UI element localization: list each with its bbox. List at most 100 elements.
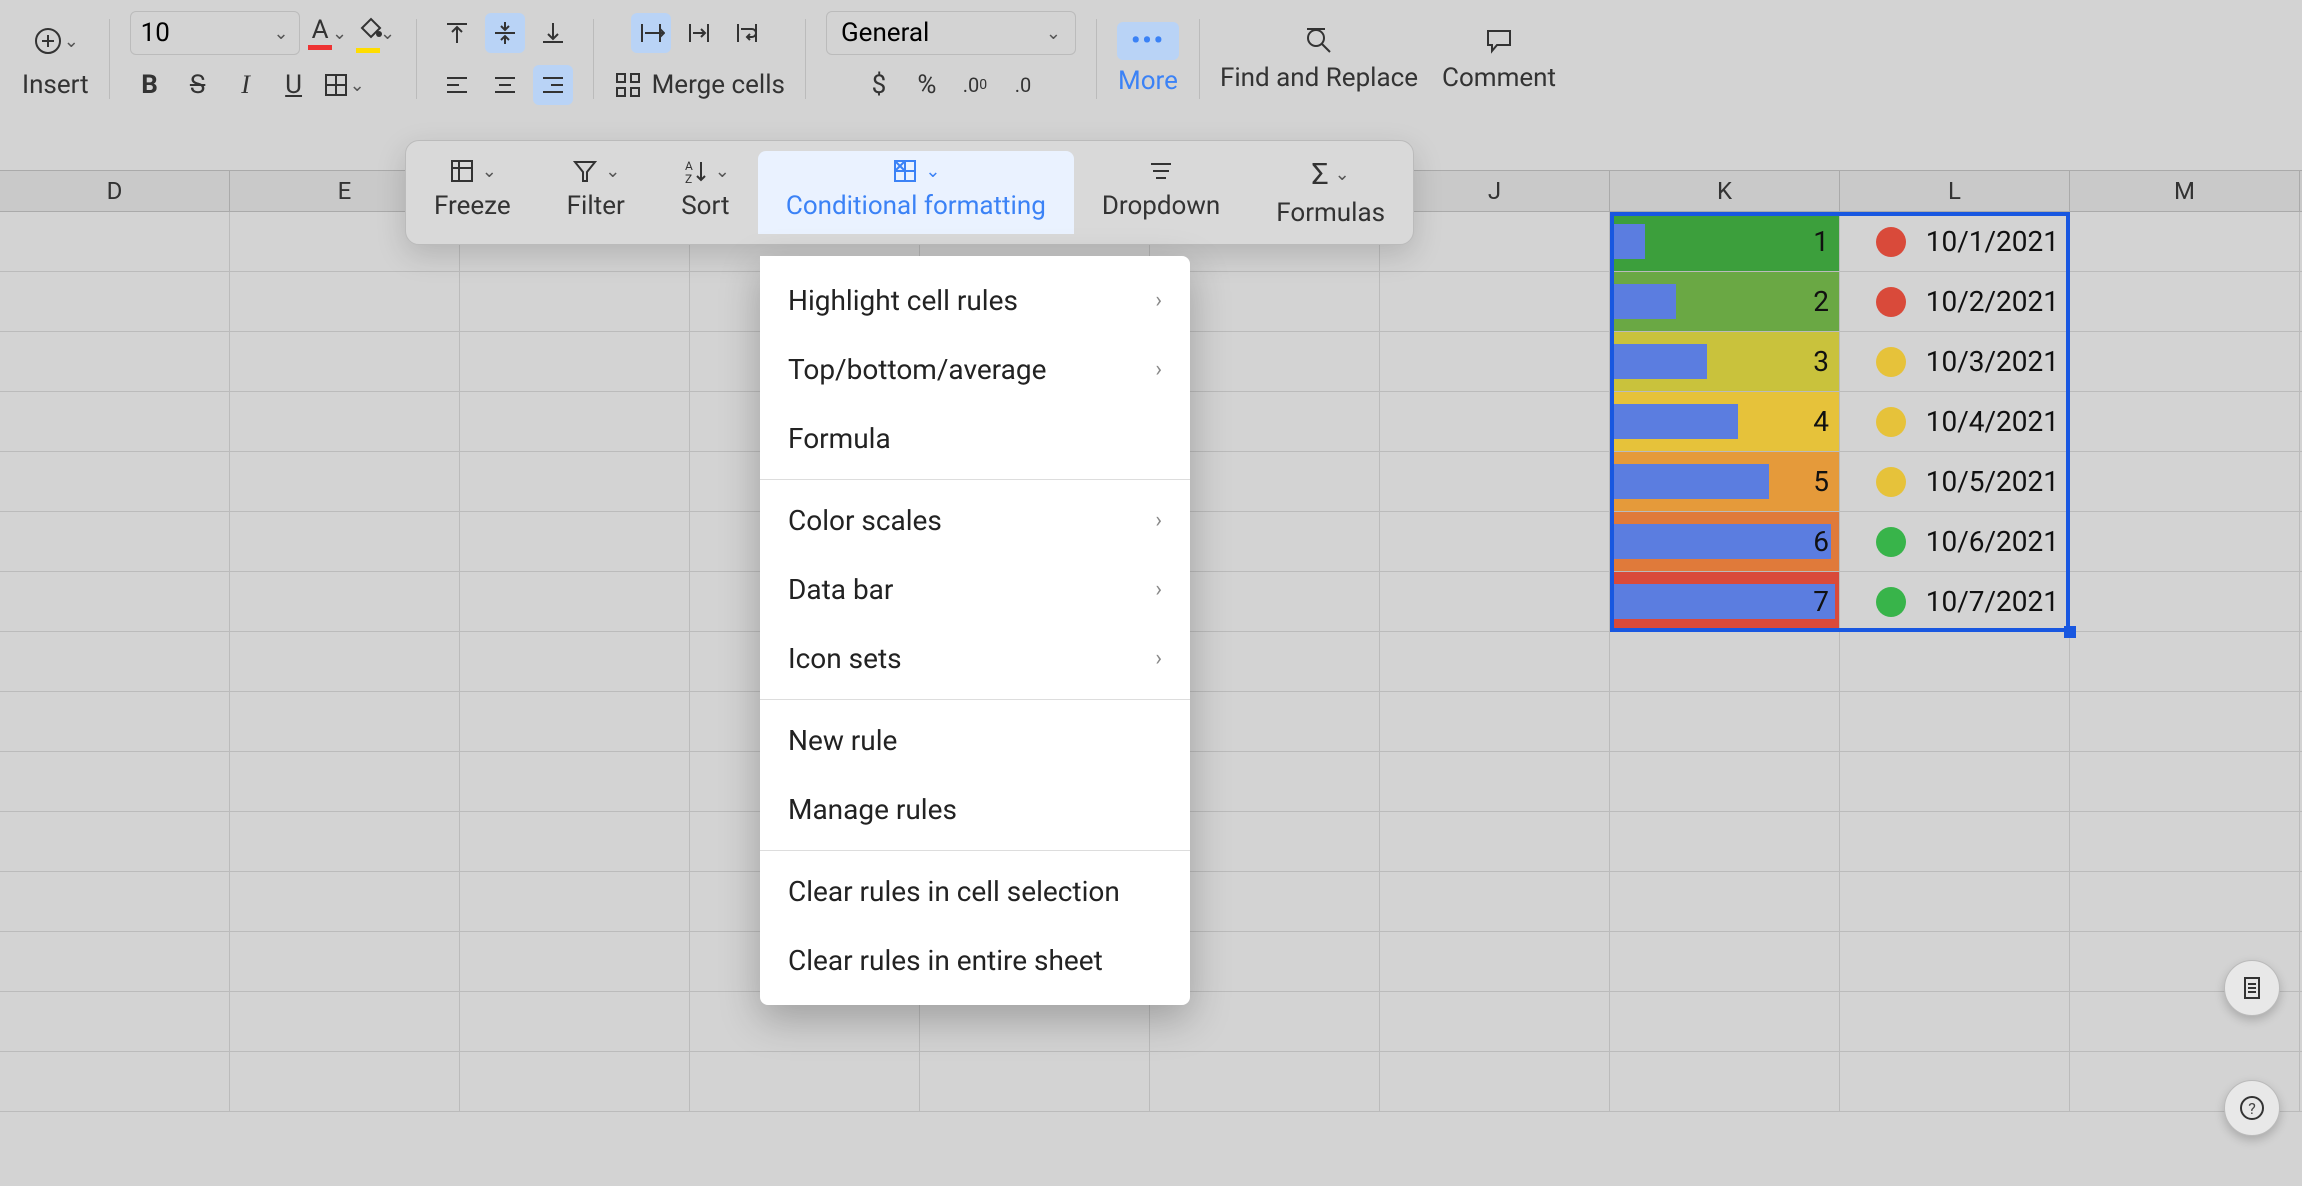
cell-E14[interactable] — [230, 992, 460, 1051]
cell-F7[interactable] — [460, 572, 690, 631]
menu-formula[interactable]: Formula — [760, 404, 1190, 473]
cell-D6[interactable] — [0, 512, 230, 571]
border-button[interactable]: ⌄ — [322, 65, 365, 105]
cell-F5[interactable] — [460, 452, 690, 511]
strikethrough-button[interactable]: S — [178, 65, 218, 105]
cell-E5[interactable] — [230, 452, 460, 511]
comment-button[interactable]: Comment — [1442, 25, 1556, 93]
halign-left-button[interactable] — [437, 65, 477, 105]
conditional-formatting-button[interactable]: ⌄ Conditional formatting — [758, 151, 1074, 234]
cell-K6[interactable]: 6 — [1610, 512, 1840, 571]
cell-D15[interactable] — [0, 1052, 230, 1111]
formulas-button[interactable]: Σ⌄ Formulas — [1248, 151, 1413, 234]
cell-M5[interactable] — [2070, 452, 2300, 511]
cell-L7[interactable]: 10/7/2021 — [1840, 572, 2070, 631]
column-header-D[interactable]: D — [0, 171, 230, 211]
cell-M9[interactable] — [2070, 692, 2300, 751]
cell-E2[interactable] — [230, 272, 460, 331]
cell-M2[interactable] — [2070, 272, 2300, 331]
font-color-button[interactable]: A ⌄ — [308, 13, 348, 53]
cell-E10[interactable] — [230, 752, 460, 811]
dropdown-button[interactable]: Dropdown — [1074, 151, 1248, 234]
cell-K7[interactable]: 7 — [1610, 572, 1840, 631]
cell-K12[interactable] — [1610, 872, 1840, 931]
cell-D11[interactable] — [0, 812, 230, 871]
filter-button[interactable]: ⌄ Filter — [539, 151, 653, 234]
cell-D8[interactable] — [0, 632, 230, 691]
font-size-select[interactable]: 10 ⌄ — [130, 11, 300, 55]
document-float-button[interactable] — [2224, 960, 2280, 1016]
cell-L8[interactable] — [1840, 632, 2070, 691]
cell-F10[interactable] — [460, 752, 690, 811]
menu-clear-rules-selection[interactable]: Clear rules in cell selection — [760, 857, 1190, 926]
cell-J1[interactable] — [1380, 212, 1610, 271]
halign-right-button[interactable] — [533, 65, 573, 105]
cell-J7[interactable] — [1380, 572, 1610, 631]
cell-G15[interactable] — [690, 1052, 920, 1111]
column-header-J[interactable]: J — [1380, 171, 1610, 211]
cell-K5[interactable]: 5 — [1610, 452, 1840, 511]
cell-D9[interactable] — [0, 692, 230, 751]
cell-E8[interactable] — [230, 632, 460, 691]
cell-L5[interactable]: 10/5/2021 — [1840, 452, 2070, 511]
menu-new-rule[interactable]: New rule — [760, 706, 1190, 775]
cell-D4[interactable] — [0, 392, 230, 451]
cell-M12[interactable] — [2070, 872, 2300, 931]
cell-F15[interactable] — [460, 1052, 690, 1111]
cell-D14[interactable] — [0, 992, 230, 1051]
cell-K9[interactable] — [1610, 692, 1840, 751]
cell-E3[interactable] — [230, 332, 460, 391]
cell-J14[interactable] — [1380, 992, 1610, 1051]
cell-E6[interactable] — [230, 512, 460, 571]
menu-data-bar[interactable]: Data bar› — [760, 555, 1190, 624]
cell-J2[interactable] — [1380, 272, 1610, 331]
cell-L9[interactable] — [1840, 692, 2070, 751]
help-float-button[interactable]: ? — [2224, 1080, 2280, 1136]
currency-button[interactable]: $ — [859, 65, 899, 105]
menu-clear-rules-sheet[interactable]: Clear rules in entire sheet — [760, 926, 1190, 995]
cell-F11[interactable] — [460, 812, 690, 871]
cell-D2[interactable] — [0, 272, 230, 331]
cell-K15[interactable] — [1610, 1052, 1840, 1111]
cell-J15[interactable] — [1380, 1052, 1610, 1111]
cell-L13[interactable] — [1840, 932, 2070, 991]
column-header-M[interactable]: M — [2070, 171, 2300, 211]
more-button[interactable]: ••• More — [1117, 22, 1179, 96]
insert-button[interactable]: ⌄ — [32, 21, 79, 61]
italic-button[interactable]: I — [226, 65, 266, 105]
cell-D12[interactable] — [0, 872, 230, 931]
cell-K8[interactable] — [1610, 632, 1840, 691]
cell-E9[interactable] — [230, 692, 460, 751]
cell-L14[interactable] — [1840, 992, 2070, 1051]
cell-L11[interactable] — [1840, 812, 2070, 871]
valign-middle-button[interactable] — [485, 13, 525, 53]
cell-J3[interactable] — [1380, 332, 1610, 391]
cell-D3[interactable] — [0, 332, 230, 391]
fill-color-button[interactable]: ⌄ — [356, 13, 396, 53]
cell-F8[interactable] — [460, 632, 690, 691]
number-format-select[interactable]: General ⌄ — [826, 11, 1076, 55]
cell-J4[interactable] — [1380, 392, 1610, 451]
column-header-K[interactable]: K — [1610, 171, 1840, 211]
freeze-button[interactable]: ⌄ Freeze — [406, 151, 539, 234]
cell-D1[interactable] — [0, 212, 230, 271]
bold-button[interactable]: B — [130, 65, 170, 105]
halign-center-button[interactable] — [485, 65, 525, 105]
underline-button[interactable]: U — [274, 65, 314, 105]
cell-F6[interactable] — [460, 512, 690, 571]
cell-L4[interactable]: 10/4/2021 — [1840, 392, 2070, 451]
cell-E7[interactable] — [230, 572, 460, 631]
cell-F9[interactable] — [460, 692, 690, 751]
cell-J11[interactable] — [1380, 812, 1610, 871]
find-replace-button[interactable]: Find and Replace — [1220, 25, 1418, 93]
cell-K14[interactable] — [1610, 992, 1840, 1051]
cell-F12[interactable] — [460, 872, 690, 931]
menu-color-scales[interactable]: Color scales› — [760, 486, 1190, 555]
wrap-wrap-button[interactable] — [727, 13, 767, 53]
cell-J8[interactable] — [1380, 632, 1610, 691]
valign-top-button[interactable] — [437, 13, 477, 53]
wrap-text-button[interactable] — [631, 13, 671, 53]
cell-L12[interactable] — [1840, 872, 2070, 931]
sort-button[interactable]: AZ⌄ Sort — [653, 151, 758, 234]
cell-D13[interactable] — [0, 932, 230, 991]
